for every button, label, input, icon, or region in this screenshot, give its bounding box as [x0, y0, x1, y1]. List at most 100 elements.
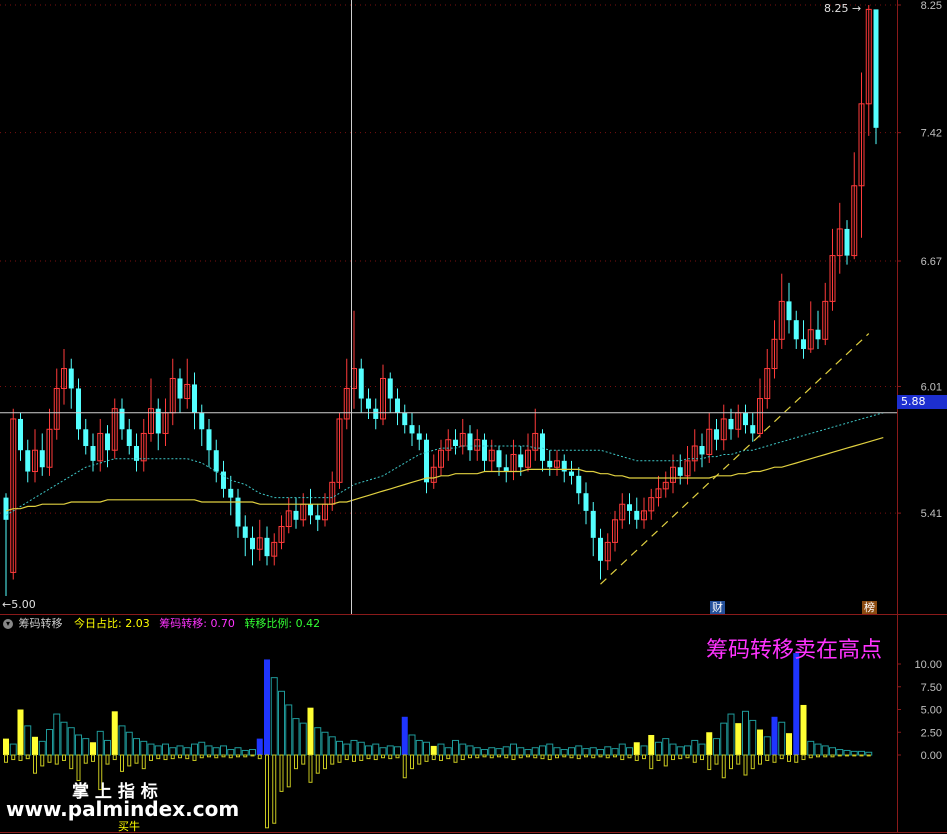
stock-chart[interactable]: 8.25 7.42 6.67 6.01 5.41 10.00 7.50 5.00 2.50 0.… — [0, 0, 947, 833]
indicator-bar-negative — [555, 754, 559, 759]
indicator-bar-negative — [613, 754, 617, 758]
indicator-bar-positive — [510, 743, 517, 756]
candle-body — [83, 429, 89, 447]
indicator-bar-negative — [257, 754, 262, 760]
candle-body — [409, 425, 415, 434]
candle-body — [402, 412, 408, 426]
candle-body — [482, 439, 487, 461]
collapse-toggle-icon[interactable]: ▾ — [3, 619, 13, 629]
indicator-bar-negative — [120, 754, 124, 772]
indicator-name[interactable]: 筹码转移 — [19, 617, 63, 630]
indicator-bar-positive — [249, 749, 256, 756]
indicator-bar-positive — [336, 740, 343, 756]
indicator-bar-positive — [611, 748, 619, 756]
indicator-bar-positive — [786, 733, 792, 755]
indicator-bar-negative — [620, 754, 625, 761]
indicator-bar-positive — [314, 727, 322, 756]
indicator-bar-negative — [11, 754, 16, 761]
indicator-bar-negative — [91, 754, 95, 762]
indicator-bar-negative — [185, 754, 190, 760]
low-price-label: ←5.00 — [2, 598, 36, 611]
high-price-value: 8.25 — [824, 2, 849, 15]
indicator-bar-positive — [307, 707, 314, 755]
candle-body — [192, 384, 197, 413]
indicator-bar-negative — [511, 754, 516, 761]
indicator-bar-negative — [772, 754, 777, 763]
indicator-bar-negative — [127, 754, 132, 767]
indicator-bar-negative — [649, 754, 654, 770]
indicator-bar-positive — [568, 747, 575, 756]
candle-body — [228, 488, 234, 498]
indicator-bar-positive — [604, 746, 612, 756]
candle-body — [221, 471, 226, 489]
arrow-left-icon: ← — [2, 598, 12, 611]
bottom-signal-label: 买牛 — [118, 820, 140, 833]
candle-body — [387, 378, 393, 399]
candle-body — [18, 418, 23, 451]
candle-body — [358, 368, 364, 399]
indicator-bar-negative — [178, 754, 182, 759]
indicator-bar-negative — [163, 754, 168, 761]
indicator-bar-positive — [270, 677, 278, 756]
indicator-bar-positive — [176, 745, 184, 756]
indicator-bar-negative — [352, 754, 356, 762]
indicator-bar-positive — [749, 719, 757, 756]
indicator-bar-negative — [605, 754, 610, 759]
indicator-bar-negative — [504, 754, 509, 759]
candle-body — [395, 398, 400, 413]
indicator-bar-negative — [417, 754, 422, 765]
current-price-tag: 5.88 — [897, 395, 947, 409]
indicator-bar-negative — [808, 754, 813, 759]
indicator-bar-positive — [742, 710, 749, 756]
price-tick-label: 6.01 — [921, 381, 942, 393]
candle-body — [373, 408, 379, 419]
indicator-bar-negative — [468, 754, 472, 759]
badge-bang[interactable]: 榜 — [862, 601, 877, 614]
indicator-bar-positive — [836, 749, 844, 756]
indicator-bar-negative — [381, 754, 385, 759]
candle-body — [126, 429, 132, 447]
candle-body — [315, 515, 321, 520]
transfer-ratio-value: 0.42 — [295, 617, 321, 630]
indicator-bar-negative — [453, 754, 458, 763]
indicator-bar-positive — [264, 659, 270, 755]
indicator-bar-positive — [90, 742, 96, 755]
price-axis-ticks: 8.25 7.42 6.67 6.01 5.41 — [897, 0, 942, 520]
indicator-bar-negative — [62, 754, 66, 761]
indicator-bar-positive — [575, 745, 583, 756]
indicator-bar-positive — [655, 741, 662, 756]
indicator-bar-positive — [706, 732, 713, 755]
indicator-bar-positive — [662, 738, 670, 756]
indicator-bar-negative — [721, 754, 726, 779]
candle-body — [743, 412, 748, 426]
indicator-bar-negative — [439, 754, 443, 761]
indicator-tick-label: 7.50 — [921, 682, 942, 694]
indicator-bar-negative — [330, 754, 335, 765]
indicator-bar-negative — [598, 754, 603, 758]
candle-body — [793, 320, 799, 340]
indicator-bar-negative — [301, 754, 306, 765]
indicator-bar-positive — [256, 738, 263, 755]
indicator-bar-negative — [845, 754, 849, 757]
indicator-bar-negative — [526, 754, 530, 758]
indicator-bar-negative — [765, 754, 770, 761]
indicator-bar-positive — [684, 745, 691, 756]
candle-body — [540, 433, 545, 461]
badge-cai[interactable]: 财 — [710, 601, 725, 614]
indicator-bar-positive — [423, 741, 430, 756]
candle-body — [213, 450, 219, 472]
indicator-bar-negative — [18, 754, 23, 761]
candle-body — [503, 467, 509, 472]
candle-body — [424, 439, 429, 483]
indicator-bar-negative — [236, 754, 240, 758]
indicator-bar-negative — [460, 754, 465, 761]
indicator-bar-positive — [46, 729, 53, 756]
indicator-bar-positive — [241, 749, 249, 756]
indicator-bar-negative — [642, 754, 646, 760]
indicator-bar-negative — [308, 754, 313, 783]
indicator-bar-negative — [228, 754, 233, 759]
indicator-bar-negative — [359, 754, 364, 761]
indicator-bar-negative — [779, 754, 784, 760]
candle-body — [467, 433, 473, 451]
indicator-bar-positive — [626, 747, 633, 756]
